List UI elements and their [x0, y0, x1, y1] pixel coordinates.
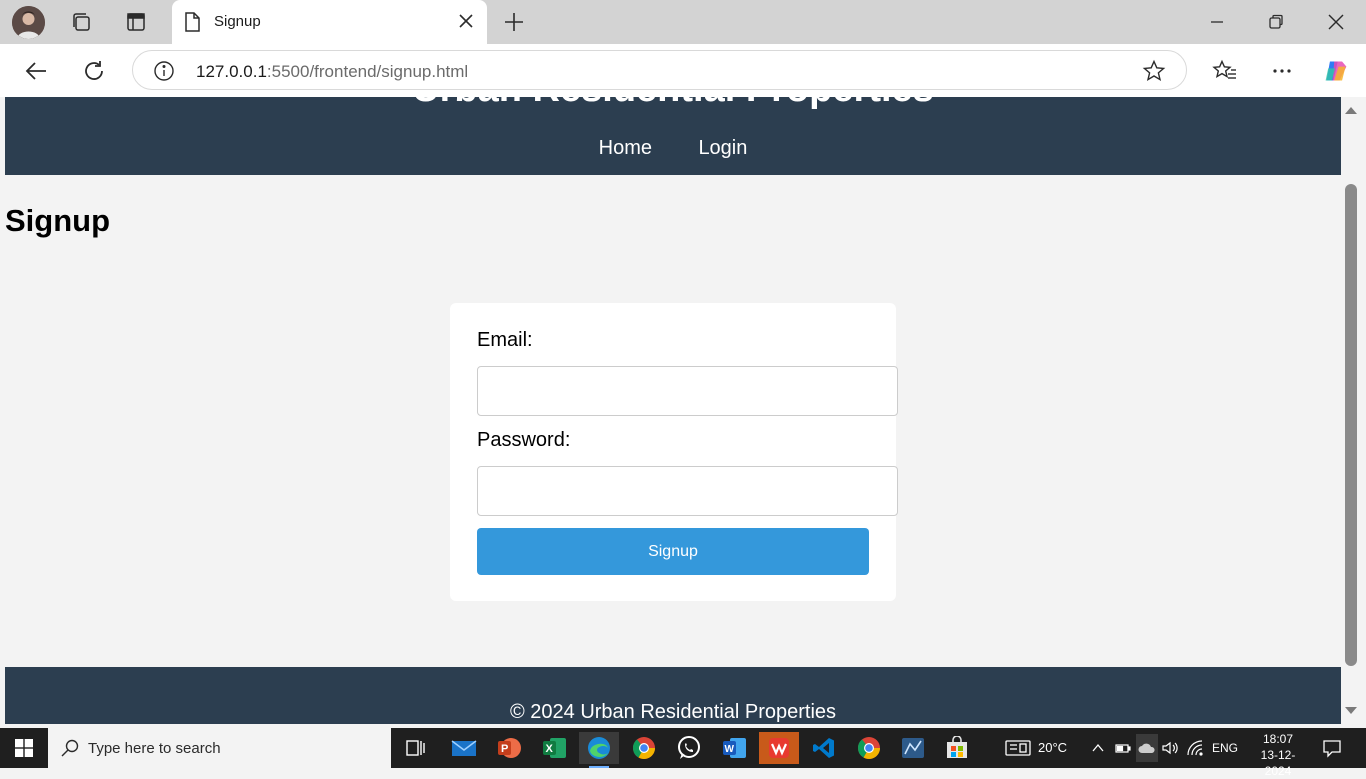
weather-icon[interactable] — [1005, 739, 1031, 762]
notifications-icon[interactable] — [1322, 738, 1342, 763]
edge-icon[interactable] — [579, 732, 619, 768]
url-text: 127.0.0.1:5500/frontend/signup.html — [196, 62, 469, 81]
favorites-icon[interactable] — [1212, 58, 1238, 84]
footer-copyright: © 2024 Urban Residential Properties — [509, 701, 837, 723]
battery-icon[interactable] — [1114, 740, 1132, 761]
word-icon[interactable]: W — [714, 732, 754, 764]
email-label: Email: — [477, 329, 533, 351]
site-title: Urban Residential Properties — [5, 97, 1341, 111]
windows-start-icon[interactable] — [0, 728, 48, 768]
browser-toolbar: 127.0.0.1:5500/frontend/signup.html — [0, 44, 1366, 97]
tab-actions-icon[interactable] — [124, 10, 148, 34]
excel-icon[interactable]: X — [534, 732, 574, 764]
address-bar[interactable]: 127.0.0.1:5500/frontend/signup.html — [132, 50, 1187, 90]
svg-text:W: W — [725, 744, 735, 755]
password-input[interactable] — [477, 466, 898, 516]
chrome-icon[interactable] — [624, 732, 664, 764]
powerpoint-icon[interactable]: P — [489, 732, 529, 764]
network-tool-icon[interactable] — [893, 732, 933, 764]
page-heading: Signup — [5, 203, 111, 238]
system-clock[interactable]: 18:07 13-12-2024 — [1248, 731, 1308, 779]
site-nav: Home Login — [5, 137, 1341, 160]
more-options-icon[interactable] — [1269, 58, 1295, 84]
browser-tab-signup[interactable]: Signup — [172, 0, 487, 44]
profile-avatar[interactable] — [12, 6, 45, 39]
browser-tab-strip: Signup — [0, 0, 1366, 44]
taskbar-search[interactable]: Type here to search — [48, 728, 391, 768]
svg-text:P: P — [501, 743, 508, 755]
minimize-icon[interactable] — [1205, 10, 1229, 34]
nav-link-home[interactable]: Home — [599, 137, 652, 160]
close-window-icon[interactable] — [1324, 10, 1348, 34]
onedrive-icon[interactable] — [1136, 734, 1158, 762]
scroll-down-icon[interactable] — [1345, 707, 1357, 714]
language-indicator[interactable]: ENG — [1212, 741, 1238, 755]
email-input[interactable] — [477, 366, 898, 416]
page-icon — [183, 12, 201, 37]
clock-time: 18:07 — [1262, 732, 1294, 746]
windows-taskbar: Type here to search P X W 20°C ENG 18:07… — [0, 728, 1366, 778]
copilot-icon[interactable] — [1323, 58, 1349, 84]
weather-temperature: 20°C — [1038, 740, 1068, 755]
close-tab-icon[interactable] — [457, 12, 475, 35]
signup-form: Email: Password: Signup — [450, 303, 898, 601]
refresh-icon[interactable] — [81, 58, 107, 84]
workspaces-icon[interactable] — [69, 10, 93, 34]
page-scrollbar[interactable] — [1341, 97, 1361, 724]
restore-icon[interactable] — [1264, 10, 1288, 34]
page-viewport: Urban Residential Properties Home Login … — [5, 97, 1341, 724]
vscode-icon[interactable] — [804, 732, 844, 764]
new-tab-icon[interactable] — [502, 10, 526, 39]
signup-button[interactable]: Signup — [477, 528, 869, 575]
scroll-up-icon[interactable] — [1345, 107, 1357, 114]
svg-text:X: X — [546, 743, 554, 755]
clock-date: 13-12-2024 — [1260, 748, 1296, 778]
chrome-icon-2[interactable] — [849, 732, 889, 764]
search-placeholder: Type here to search — [88, 740, 221, 757]
wifi-icon[interactable] — [1186, 739, 1204, 762]
microsoft-store-icon[interactable] — [937, 732, 977, 764]
site-header: Urban Residential Properties Home Login — [5, 97, 1341, 175]
favorite-star-icon[interactable] — [1142, 59, 1166, 88]
nav-link-login[interactable]: Login — [698, 137, 747, 160]
search-icon — [60, 738, 80, 763]
back-icon[interactable] — [23, 58, 49, 84]
chevron-up-icon[interactable] — [1091, 741, 1105, 759]
site-info-icon[interactable] — [153, 60, 175, 87]
site-footer: © 2024 Urban Residential Properties — [5, 667, 1341, 724]
whatsapp-icon[interactable] — [669, 732, 709, 764]
wps-office-icon[interactable] — [759, 732, 799, 764]
mail-icon[interactable] — [444, 732, 484, 764]
volume-icon[interactable] — [1161, 739, 1179, 762]
password-label: Password: — [477, 429, 571, 451]
scroll-thumb[interactable] — [1345, 184, 1357, 666]
tab-title: Signup — [214, 13, 261, 30]
task-view-icon[interactable] — [396, 732, 436, 764]
